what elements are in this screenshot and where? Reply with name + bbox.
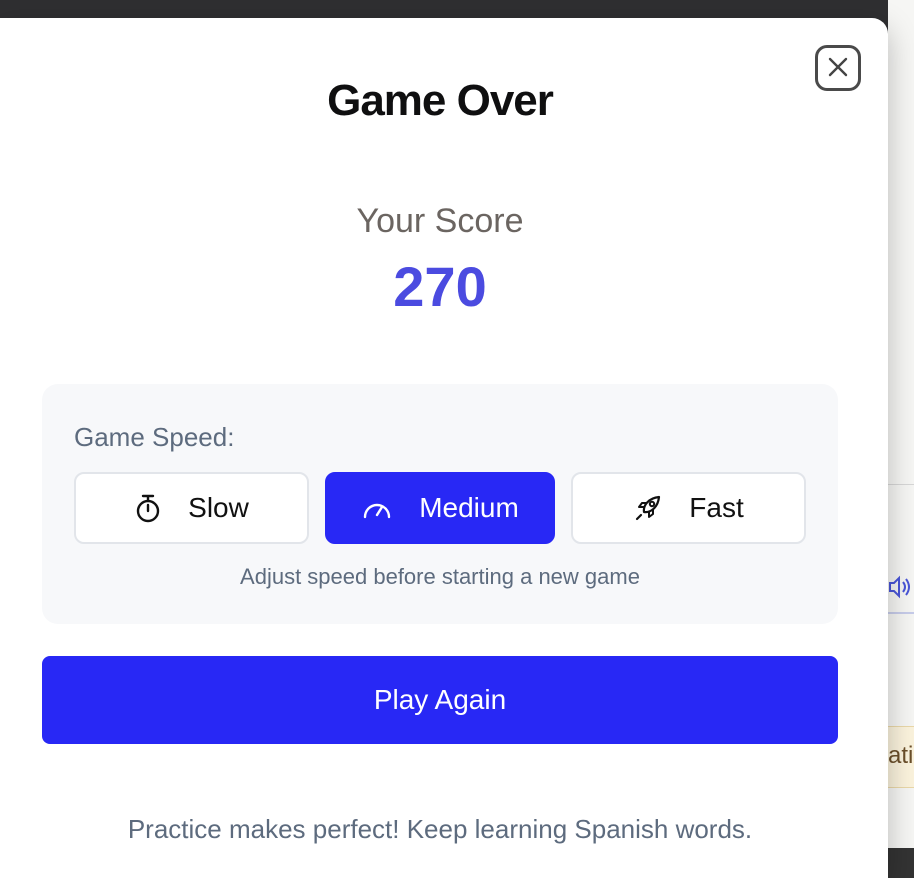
background-partial-text: atic <box>888 742 914 769</box>
speed-option-label: Medium <box>419 492 519 523</box>
speed-option-medium[interactable]: Medium <box>325 472 555 544</box>
speaker-icon <box>888 570 914 604</box>
dialog-title: Game Over <box>327 76 554 125</box>
background-page-edge: atic <box>888 0 914 848</box>
speed-option-label: Slow <box>188 492 249 523</box>
gauge-icon <box>361 495 393 521</box>
play-again-button[interactable]: Play Again <box>42 656 838 744</box>
speed-option-slow[interactable]: Slow <box>74 472 309 544</box>
speed-label: Game Speed: <box>74 422 235 452</box>
rocket-icon <box>633 493 663 523</box>
play-again-label: Play Again <box>373 684 507 715</box>
speed-settings-panel: Game Speed: Slow Medium Fast Adjust spee… <box>42 384 838 624</box>
background-divider <box>888 612 914 614</box>
speed-option-fast[interactable]: Fast <box>571 472 806 544</box>
score-value: 270 <box>393 255 487 318</box>
stopwatch-icon <box>134 493 162 523</box>
speed-hint: Adjust speed before starting a new game <box>240 564 640 589</box>
background-divider <box>888 484 914 485</box>
speed-option-label: Fast <box>689 492 744 523</box>
score-label: Your Score <box>356 202 524 240</box>
game-over-dialog: Game Over Your Score 270 Game Speed: Slo… <box>0 18 888 878</box>
encouragement-message: Practice makes perfect! Keep learning Sp… <box>127 814 753 844</box>
